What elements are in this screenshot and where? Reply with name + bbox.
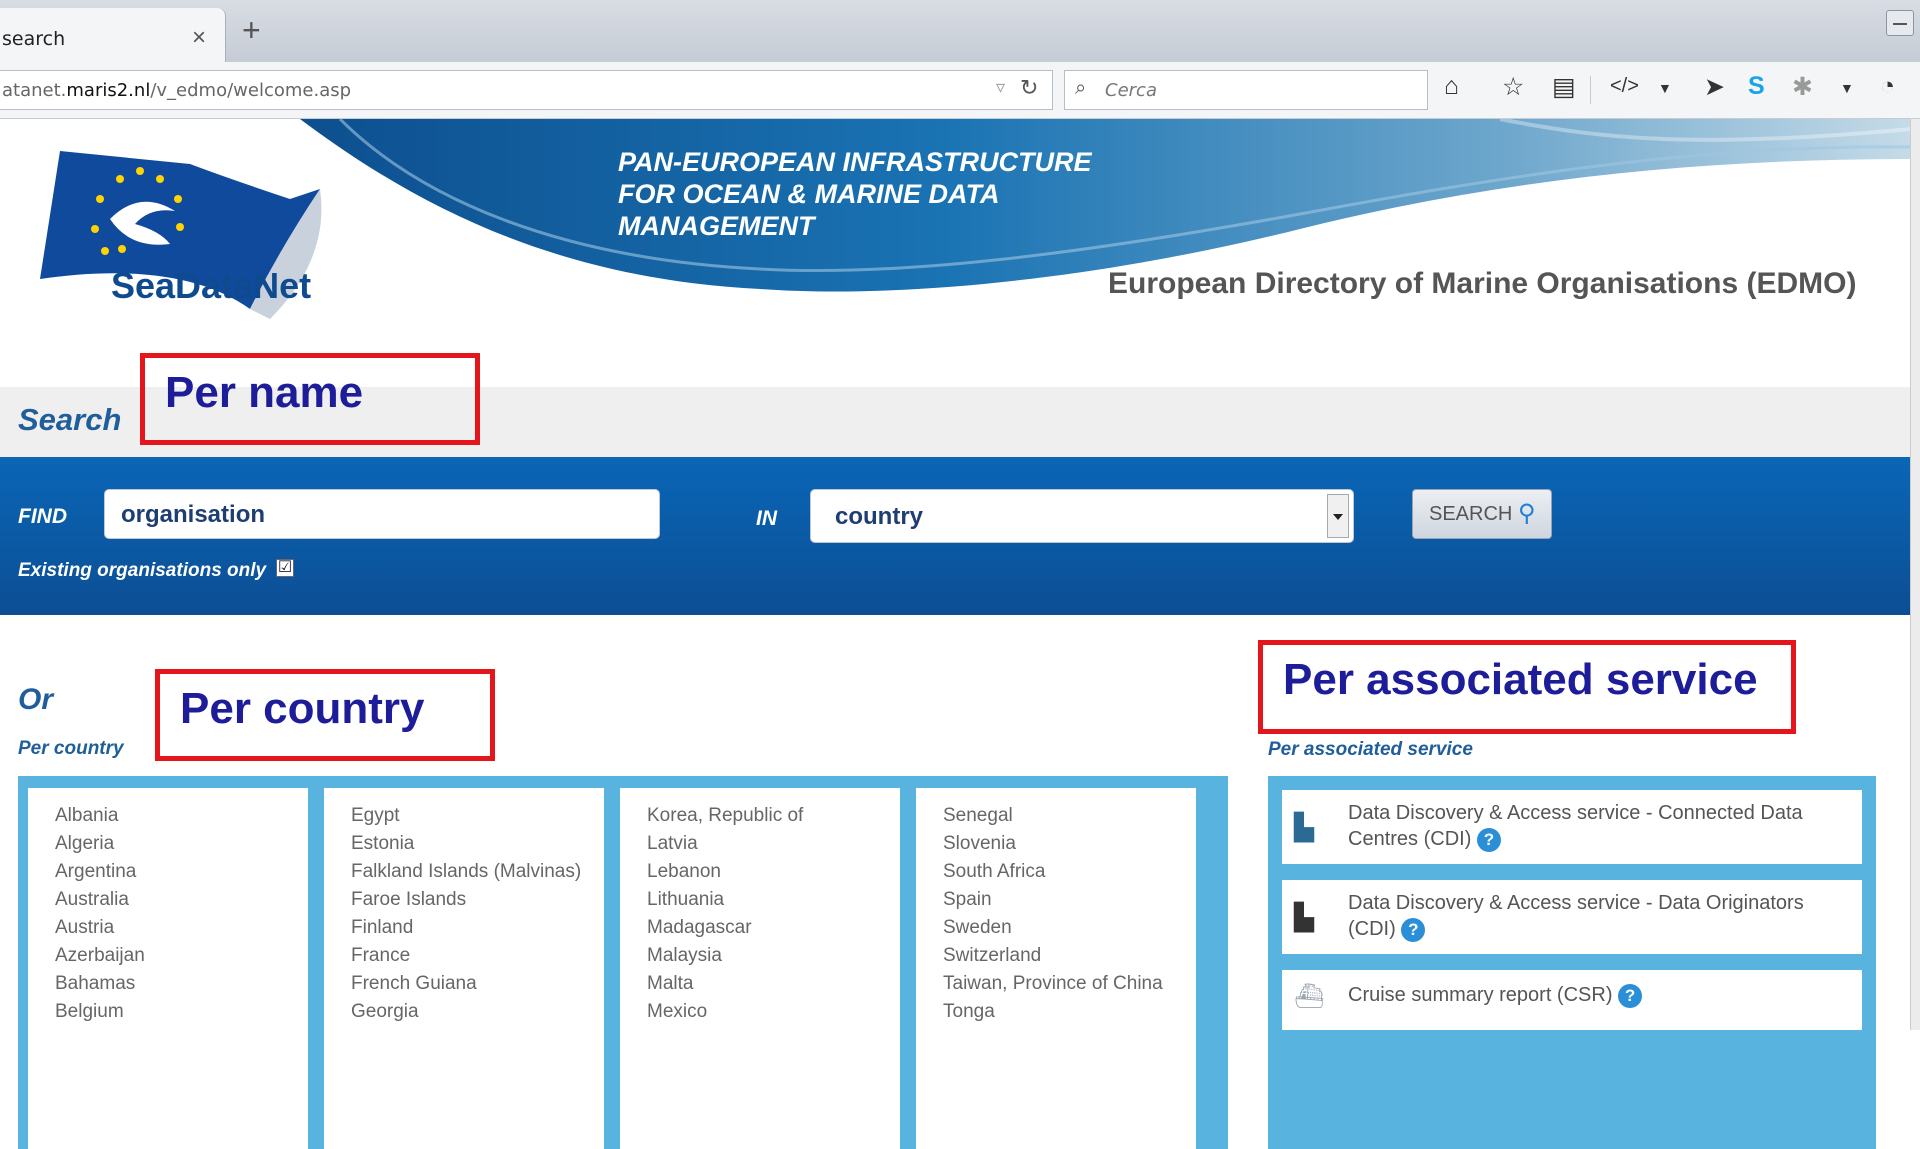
close-icon[interactable]: × <box>192 24 206 52</box>
service-list-panel: ▙ Data Discovery & Access service - Conn… <box>1268 776 1876 1149</box>
search-field-select[interactable]: country <box>810 489 1354 543</box>
country-link[interactable]: Mexico <box>647 998 900 1026</box>
service-label: Data Discovery & Access service - Data O… <box>1348 892 1804 942</box>
history-icon[interactable]: ◔ <box>1880 72 1895 101</box>
page-title: European Directory of Marine Organisatio… <box>1108 267 1857 300</box>
hero-title: PAN-EUROPEAN INFRASTRUCTURE FOR OCEAN & … <box>618 147 1092 241</box>
country-link[interactable]: Malta <box>647 970 900 998</box>
new-tab-icon[interactable]: + <box>242 12 261 49</box>
country-link[interactable]: Malaysia <box>647 942 900 970</box>
country-link[interactable]: South Africa <box>943 858 1196 886</box>
puzzle-icon[interactable]: ✱ <box>1792 72 1813 102</box>
search-icon: ⌕ <box>1075 77 1087 99</box>
page-content: PAN-EUROPEAN INFRASTRUCTURE FOR OCEAN & … <box>0 119 1910 1149</box>
country-link[interactable]: Senegal <box>943 802 1196 830</box>
find-input-value: organisation <box>121 501 266 528</box>
country-link[interactable]: Lithuania <box>647 886 900 914</box>
country-link[interactable]: Slovenia <box>943 830 1196 858</box>
in-label: IN <box>756 507 777 530</box>
country-link[interactable]: Azerbaijan <box>55 942 308 970</box>
annotation-per-service: Per associated service <box>1258 640 1796 734</box>
chevron-down-icon[interactable]: ▼ <box>1658 80 1672 96</box>
country-link[interactable]: Georgia <box>351 998 604 1026</box>
country-column-4: Senegal Slovenia South Africa Spain Swed… <box>916 788 1196 1149</box>
browser-tab-bar: search × + <box>0 0 1920 62</box>
service-item-cdi-originators[interactable]: ▙ Data Discovery & Access service - Data… <box>1282 880 1862 954</box>
country-column-2: Egypt Estonia Falkland Islands (Malvinas… <box>324 788 604 1149</box>
search-button-label: SEARCH <box>1429 503 1513 525</box>
country-link[interactable]: Austria <box>55 914 308 942</box>
country-link[interactable]: France <box>351 942 604 970</box>
country-link[interactable]: Argentina <box>55 858 308 886</box>
help-icon[interactable]: ? <box>1618 983 1643 1008</box>
country-link[interactable]: Madagascar <box>647 914 900 942</box>
country-link[interactable]: Switzerland <box>943 942 1196 970</box>
url-text: atanet.maris2.nl/v_edmo/welcome.asp <box>2 80 352 101</box>
search-placeholder: Cerca <box>1105 80 1157 101</box>
country-link[interactable]: Belgium <box>55 998 308 1026</box>
country-link[interactable]: Algeria <box>55 830 308 858</box>
minimize-button[interactable] <box>1886 10 1914 36</box>
bookmark-star-icon[interactable]: ☆ <box>1502 72 1524 102</box>
country-link[interactable]: French Guiana <box>351 970 604 998</box>
address-bar[interactable]: atanet.maris2.nl/v_edmo/welcome.asp ▿ ↻ <box>0 70 1053 110</box>
service-item-csr[interactable]: ⛴ Cruise summary report (CSR) ? <box>1282 970 1862 1030</box>
building-icon: ▙ <box>1294 812 1314 842</box>
reload-icon[interactable]: ↻ <box>1020 75 1038 101</box>
tab-title: search <box>2 28 66 50</box>
country-link[interactable]: Falkland Islands (Malvinas) <box>351 858 604 886</box>
select-value: country <box>835 503 924 530</box>
search-button[interactable]: SEARCH ⚲ <box>1412 489 1552 539</box>
help-icon[interactable]: ? <box>1476 827 1501 852</box>
country-link[interactable]: Lebanon <box>647 858 900 886</box>
chevron-down-icon[interactable] <box>1327 494 1349 538</box>
browser-tab[interactable]: search × <box>0 8 226 62</box>
country-link[interactable]: Tonga <box>943 998 1196 1026</box>
country-link[interactable]: Spain <box>943 886 1196 914</box>
browser-search-input[interactable]: ⌕ Cerca <box>1064 70 1428 110</box>
ship-icon: ⛴ <box>1294 983 1325 1010</box>
url-dropdown-icon[interactable]: ▿ <box>996 77 1005 98</box>
country-link[interactable]: Bahamas <box>55 970 308 998</box>
country-link[interactable]: Faroe Islands <box>351 886 604 914</box>
service-label: Cruise summary report (CSR) ? <box>1348 982 1848 1008</box>
country-link[interactable]: Albania <box>55 802 308 830</box>
search-heading: Search <box>18 402 122 437</box>
existing-only-checkbox[interactable]: ☑ <box>276 559 294 577</box>
existing-only-label: Existing organisations only <box>18 560 267 581</box>
annotation-per-name: Per name <box>140 353 480 445</box>
country-link[interactable]: Finland <box>351 914 604 942</box>
search-icon: ⚲ <box>1518 500 1536 527</box>
send-icon[interactable]: ➤ <box>1704 72 1725 102</box>
country-link[interactable]: Australia <box>55 886 308 914</box>
per-country-label: Per country <box>18 738 124 759</box>
clipboard-icon[interactable]: ▤ <box>1552 72 1576 102</box>
country-link[interactable]: Korea, Republic of <box>647 802 900 830</box>
seadatanet-logo[interactable]: SeaDataNet <box>111 265 311 307</box>
annotation-per-country: Per country <box>155 669 495 761</box>
header-banner: PAN-EUROPEAN INFRASTRUCTURE FOR OCEAN & … <box>0 119 1910 359</box>
toolbar-separator <box>1590 76 1591 104</box>
home-icon[interactable]: ⌂ <box>1444 72 1459 101</box>
skype-icon[interactable]: S <box>1748 72 1765 101</box>
service-item-cdi-centres[interactable]: ▙ Data Discovery & Access service - Conn… <box>1282 790 1862 864</box>
help-icon[interactable]: ? <box>1401 917 1426 942</box>
country-link[interactable]: Egypt <box>351 802 604 830</box>
country-link[interactable]: Latvia <box>647 830 900 858</box>
per-service-label: Per associated service <box>1268 739 1473 760</box>
chevron-down-icon[interactable]: ▼ <box>1840 80 1854 96</box>
country-link[interactable]: Taiwan, Province of China <box>943 970 1196 998</box>
country-list-panel: Albania Algeria Argentina Australia Aust… <box>18 776 1228 1149</box>
country-column-3: Korea, Republic of Latvia Lebanon Lithua… <box>620 788 900 1149</box>
service-label: Data Discovery & Access service - Connec… <box>1348 802 1803 852</box>
building-dark-icon: ▙ <box>1294 902 1314 932</box>
country-column-1: Albania Algeria Argentina Australia Aust… <box>28 788 308 1149</box>
scrollbar[interactable] <box>1910 119 1920 1030</box>
or-heading: Or <box>18 683 54 716</box>
find-label: FIND <box>18 505 67 528</box>
code-icon[interactable]: </> <box>1610 75 1639 98</box>
country-link[interactable]: Estonia <box>351 830 604 858</box>
find-input[interactable]: organisation <box>104 489 660 539</box>
country-link[interactable]: Sweden <box>943 914 1196 942</box>
